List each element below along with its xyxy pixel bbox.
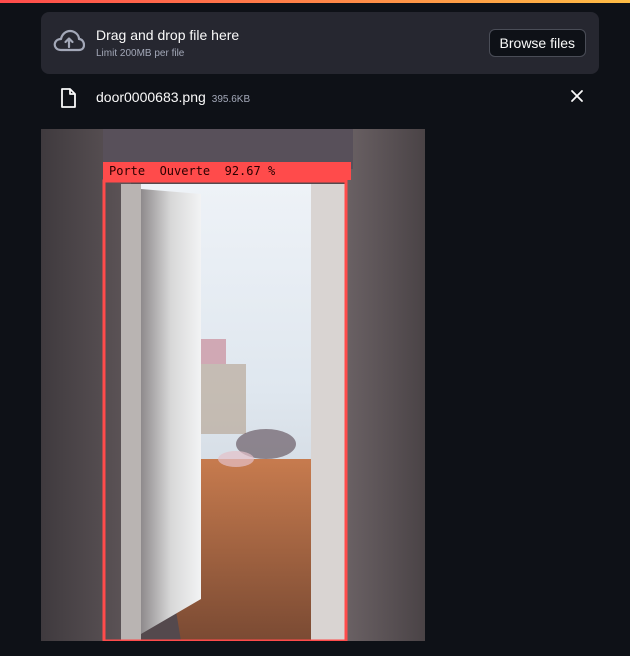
file-name: door0000683.png 395.6KB (96, 89, 250, 105)
file-icon (61, 88, 76, 108)
browse-files-button[interactable]: Browse files (488, 29, 586, 57)
dropzone-limit-text: Limit 200MB per file (96, 48, 185, 59)
close-icon[interactable] (569, 88, 585, 104)
detection-result-image: Porte Ouverte 92.67 % (41, 129, 425, 641)
uploaded-file-row: door0000683.png 395.6KB (41, 84, 599, 112)
file-dropzone[interactable]: Drag and drop file here Limit 200MB per … (41, 12, 599, 74)
file-size: 395.6KB (211, 94, 251, 105)
top-decoration-bar (0, 0, 630, 3)
detection-label: Porte Ouverte 92.67 % (109, 164, 276, 178)
door-photo (41, 129, 425, 641)
file-name-text: door0000683.png (96, 89, 206, 105)
cloud-upload-icon (53, 29, 85, 52)
dropzone-title: Drag and drop file here (96, 27, 240, 43)
